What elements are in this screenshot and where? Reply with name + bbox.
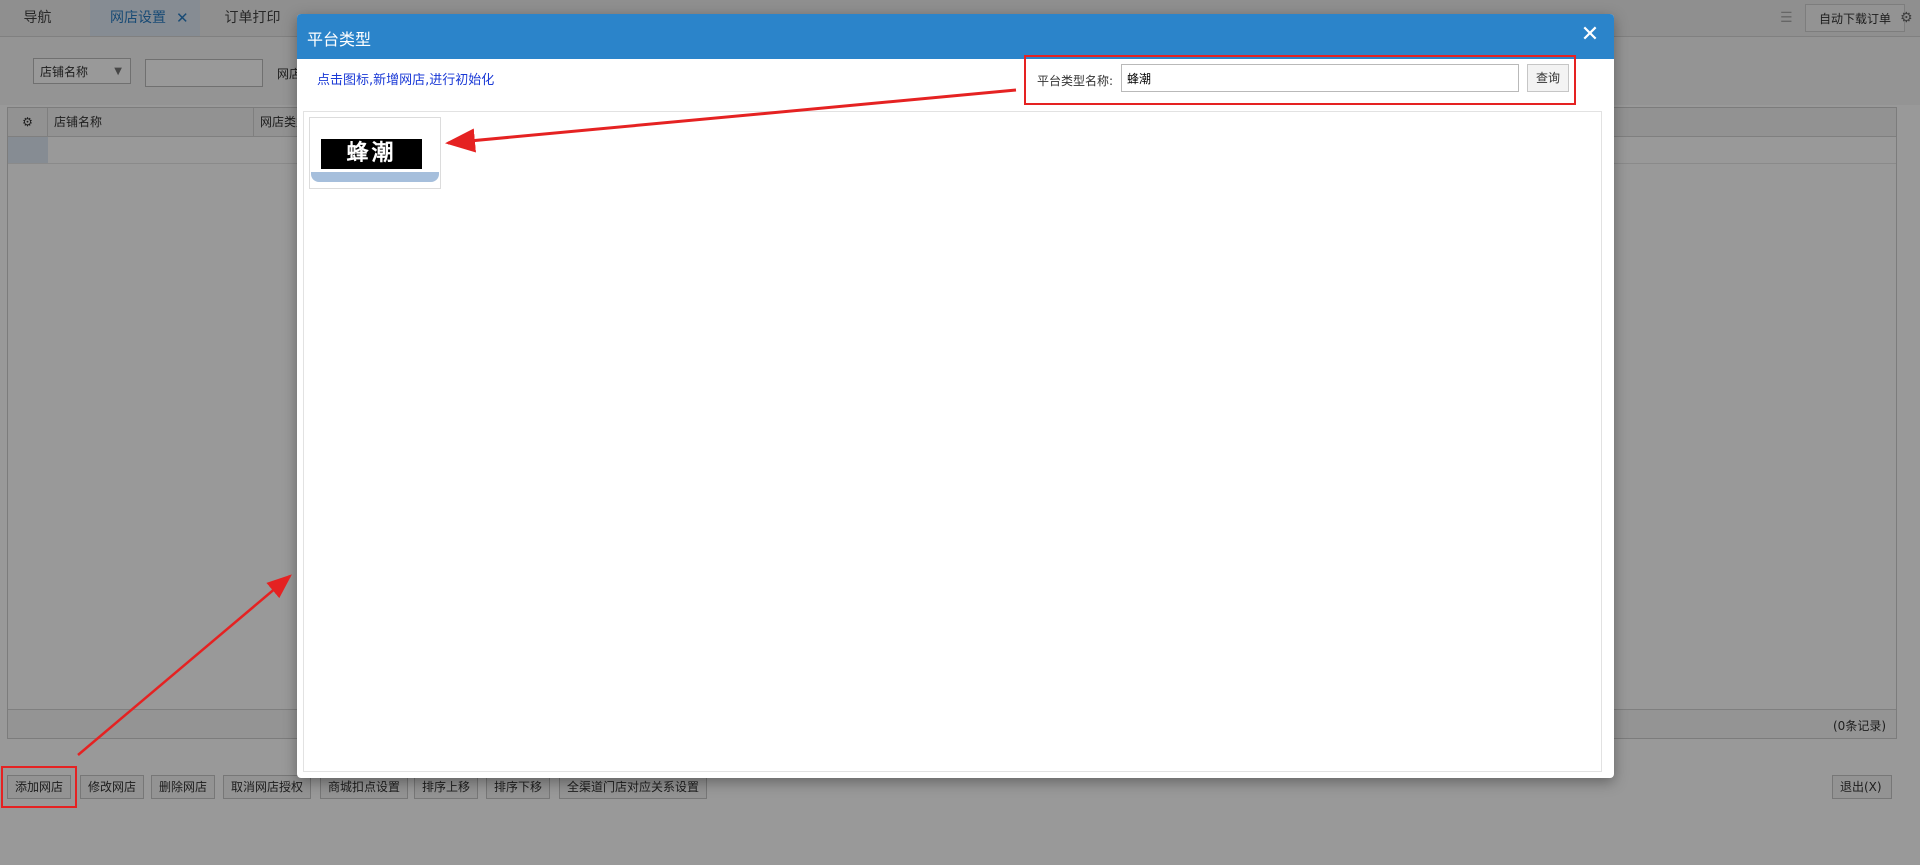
annotation-arrows — [77, 88, 1017, 756]
arrow-to-dialog — [77, 574, 292, 756]
arrow-to-platform-tile — [445, 88, 1017, 153]
